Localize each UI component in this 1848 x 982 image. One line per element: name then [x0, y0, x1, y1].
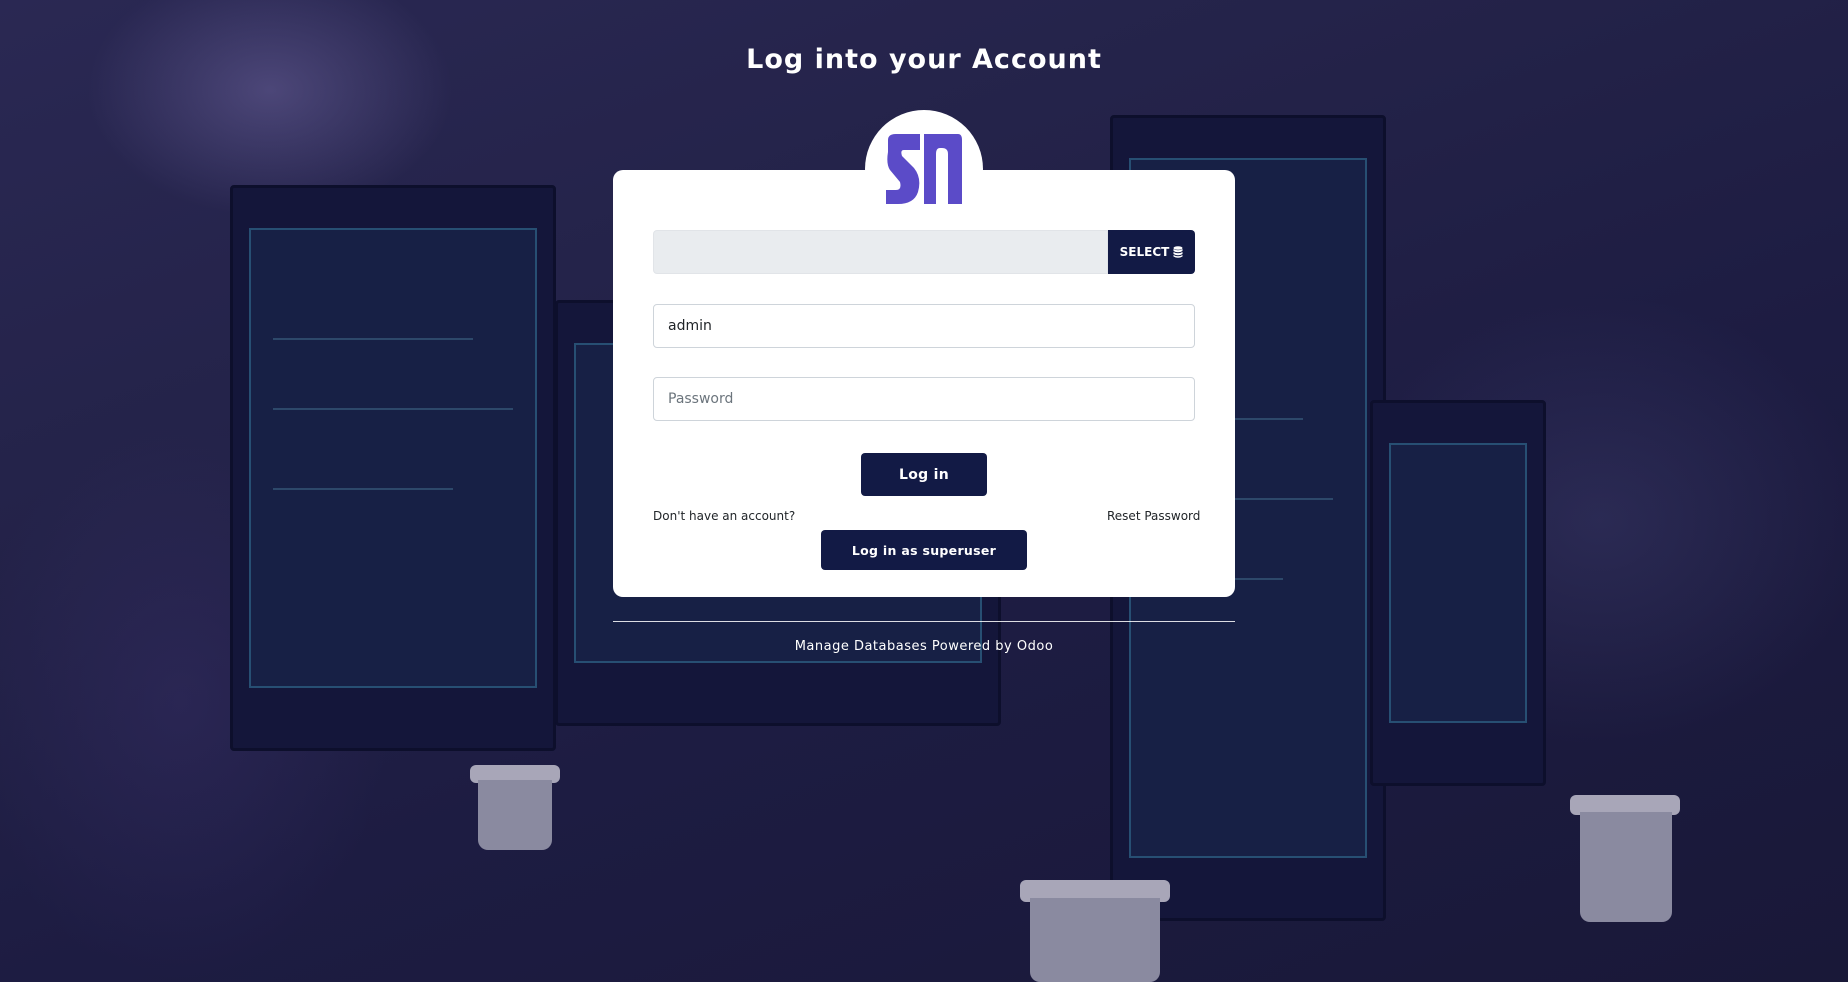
signup-link[interactable]: Don't have an account? — [653, 509, 795, 523]
footer-divider — [613, 621, 1235, 622]
page-title: Log into your Account — [746, 44, 1102, 75]
database-field[interactable] — [653, 230, 1108, 274]
superuser-login-button[interactable]: Log in as superuser — [821, 530, 1027, 570]
background-monitor-far-right — [1370, 400, 1546, 786]
select-database-label: SELECT — [1119, 245, 1170, 259]
login-button[interactable]: Log in — [861, 453, 987, 496]
powered-by-text: Powered by — [931, 639, 1013, 654]
background-cup-center — [1030, 898, 1160, 982]
footer: Manage Databases Powered by Odoo — [0, 639, 1848, 654]
background-cup-right — [1580, 812, 1672, 922]
manage-databases-link[interactable]: Manage Databases — [795, 639, 928, 654]
password-input[interactable]: Password — [653, 377, 1195, 421]
select-database-button[interactable]: SELECT — [1108, 230, 1195, 274]
login-input[interactable]: admin — [653, 304, 1195, 348]
background-monitor-left — [230, 185, 556, 751]
database-selector: SELECT — [653, 230, 1195, 274]
odoo-link[interactable]: Odoo — [1017, 639, 1053, 654]
database-icon — [1173, 246, 1183, 258]
background-cup-left — [478, 780, 552, 850]
reset-password-link[interactable]: Reset Password — [1107, 509, 1200, 523]
brand-logo-icon — [886, 134, 962, 204]
